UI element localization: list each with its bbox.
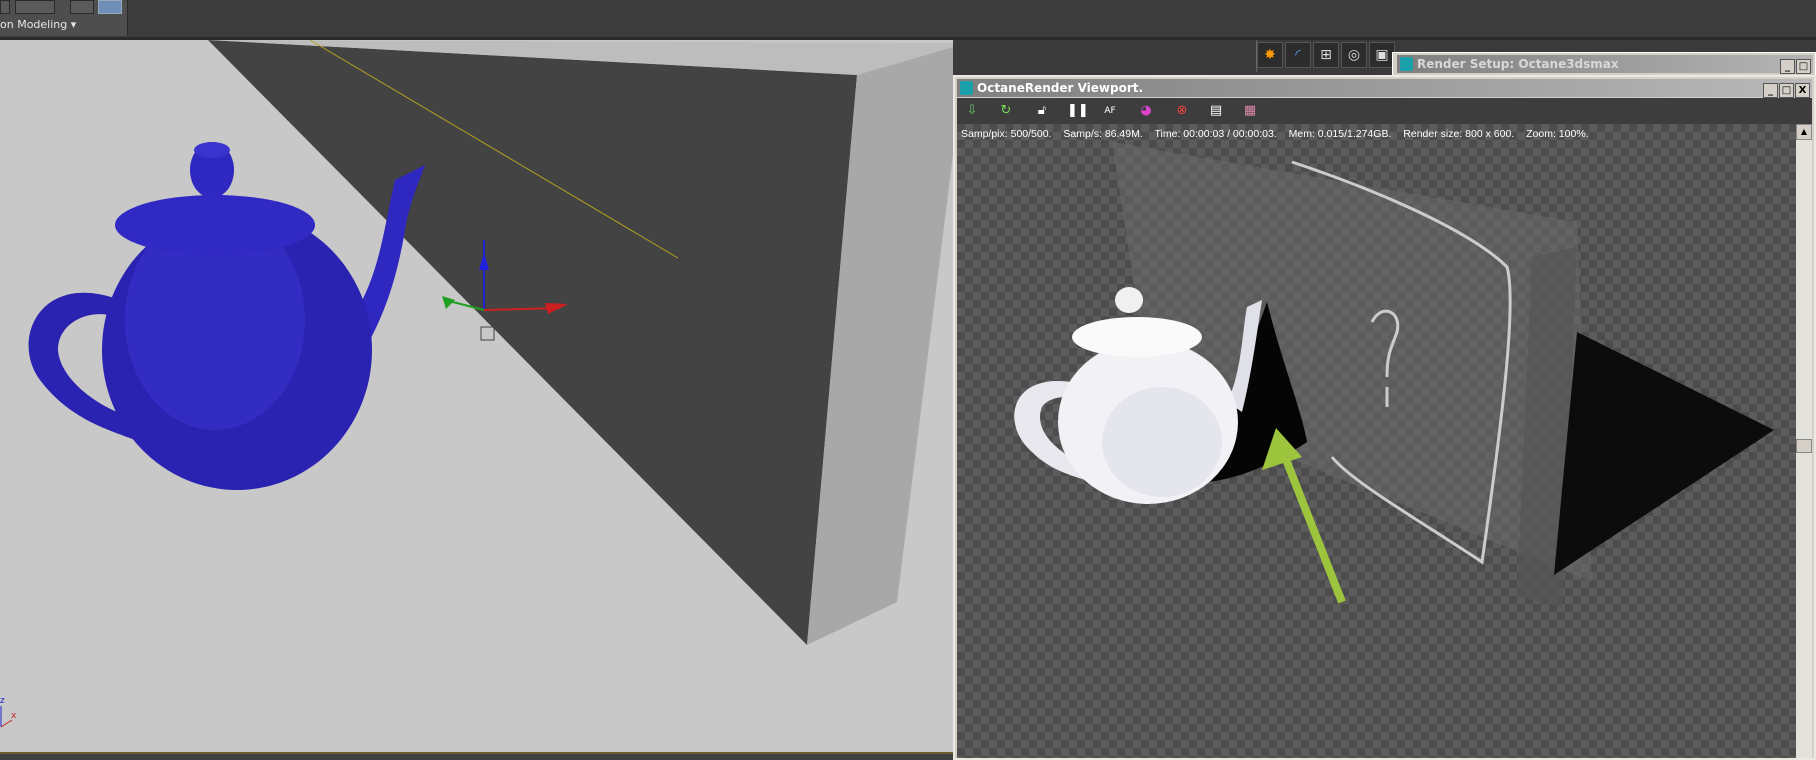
- app-icon: [1400, 57, 1413, 71]
- viewport-border: [0, 752, 953, 760]
- main-toolbar: on Modeling ▾: [0, 0, 1816, 40]
- save-icon[interactable]: ⇩: [963, 102, 981, 120]
- render-setup-titlebar[interactable]: Render Setup: Octane3dsmax _ □: [1397, 55, 1813, 74]
- axis-label-x: x: [11, 711, 17, 721]
- af-icon[interactable]: AF: [1101, 102, 1119, 120]
- modify-tab[interactable]: ◜: [1285, 42, 1311, 68]
- scroll-up-button[interactable]: ▲: [1796, 124, 1812, 140]
- chevron-down-icon: ▾: [70, 18, 77, 31]
- close-button[interactable]: X: [1795, 83, 1810, 98]
- motion-icon: ◎: [1347, 47, 1361, 63]
- status-render-size: Render size: 800 x 600.: [1403, 128, 1515, 140]
- rendered-shadow: [1554, 332, 1774, 575]
- status-samples-per-second: Samp/s: 86.49M.: [1063, 128, 1143, 140]
- ribbon-button[interactable]: [70, 0, 94, 14]
- render-setup-window[interactable]: Render Setup: Octane3dsmax _ □: [1392, 52, 1816, 76]
- vertical-scrollbar[interactable]: ▲: [1796, 124, 1812, 758]
- octane-title: OctaneRender Viewport.: [977, 81, 1144, 95]
- ribbon-panel: on Modeling ▾: [0, 0, 128, 36]
- viewport-scene: z x: [0, 40, 953, 728]
- status-samples-per-pixel: Samp/pix: 500/500.: [961, 128, 1052, 140]
- create-tab[interactable]: ✸: [1257, 42, 1283, 68]
- maximize-button[interactable]: □: [1796, 59, 1811, 74]
- octane-toolbar: ⇩ ↻ 🔓︎ ❚❚ AF ◕ ⊗ ▤ ▦: [957, 98, 1812, 124]
- pause-icon[interactable]: ❚❚: [1067, 102, 1089, 120]
- octane-titlebar[interactable]: OctaneRender Viewport. _ □ X: [957, 79, 1812, 98]
- maximize-button[interactable]: □: [1779, 83, 1794, 98]
- sun-icon: ✸: [1264, 47, 1276, 63]
- color-icon[interactable]: ◕: [1137, 102, 1155, 120]
- render-canvas[interactable]: Samp/pix: 500/500. Samp/s: 86.49M. Time:…: [957, 124, 1796, 758]
- perspective-viewport[interactable]: z x: [0, 40, 953, 752]
- ribbon-label: on Modeling: [0, 18, 68, 31]
- status-memory: Mem: 0.015/1.274GB.: [1288, 128, 1392, 140]
- render-scene: [1014, 142, 1774, 607]
- hierarchy-tab[interactable]: ⊞: [1313, 42, 1339, 68]
- refresh-icon[interactable]: ↻: [997, 102, 1015, 120]
- curve-icon: ◜: [1295, 47, 1301, 63]
- ribbon-active-button[interactable]: [98, 0, 122, 14]
- motion-tab[interactable]: ◎: [1341, 42, 1367, 68]
- status-zoom: Zoom: 100%.: [1526, 128, 1589, 140]
- app-icon: [960, 81, 973, 95]
- render-setup-title: Render Setup: Octane3dsmax: [1417, 57, 1619, 71]
- display-icon[interactable]: ▤: [1207, 102, 1225, 120]
- ribbon-button[interactable]: [0, 0, 10, 14]
- hierarchy-icon: ⊞: [1320, 47, 1332, 63]
- ribbon-dropdown[interactable]: on Modeling ▾: [0, 18, 76, 31]
- ribbon-button[interactable]: [15, 0, 55, 14]
- render-status: Samp/pix: 500/500. Samp/s: 86.49M. Time:…: [961, 128, 1598, 140]
- cancel-icon[interactable]: ⊗: [1173, 102, 1191, 120]
- minimize-button[interactable]: _: [1763, 83, 1778, 98]
- lock-icon[interactable]: 🔓︎: [1033, 102, 1051, 120]
- status-time: Time: 00:00:03 / 00:00:03.: [1154, 128, 1277, 140]
- display-icon: ▣: [1375, 47, 1389, 63]
- octane-viewport-window: OctaneRender Viewport. _ □ X ⇩ ↻ 🔓︎ ❚❚ AF …: [953, 75, 1816, 760]
- minimize-button[interactable]: _: [1780, 59, 1795, 74]
- axis-tripod: z x: [0, 696, 17, 728]
- scroll-thumb[interactable]: [1796, 439, 1812, 453]
- axis-label-z: z: [0, 696, 5, 706]
- film-icon[interactable]: ▦: [1241, 102, 1259, 120]
